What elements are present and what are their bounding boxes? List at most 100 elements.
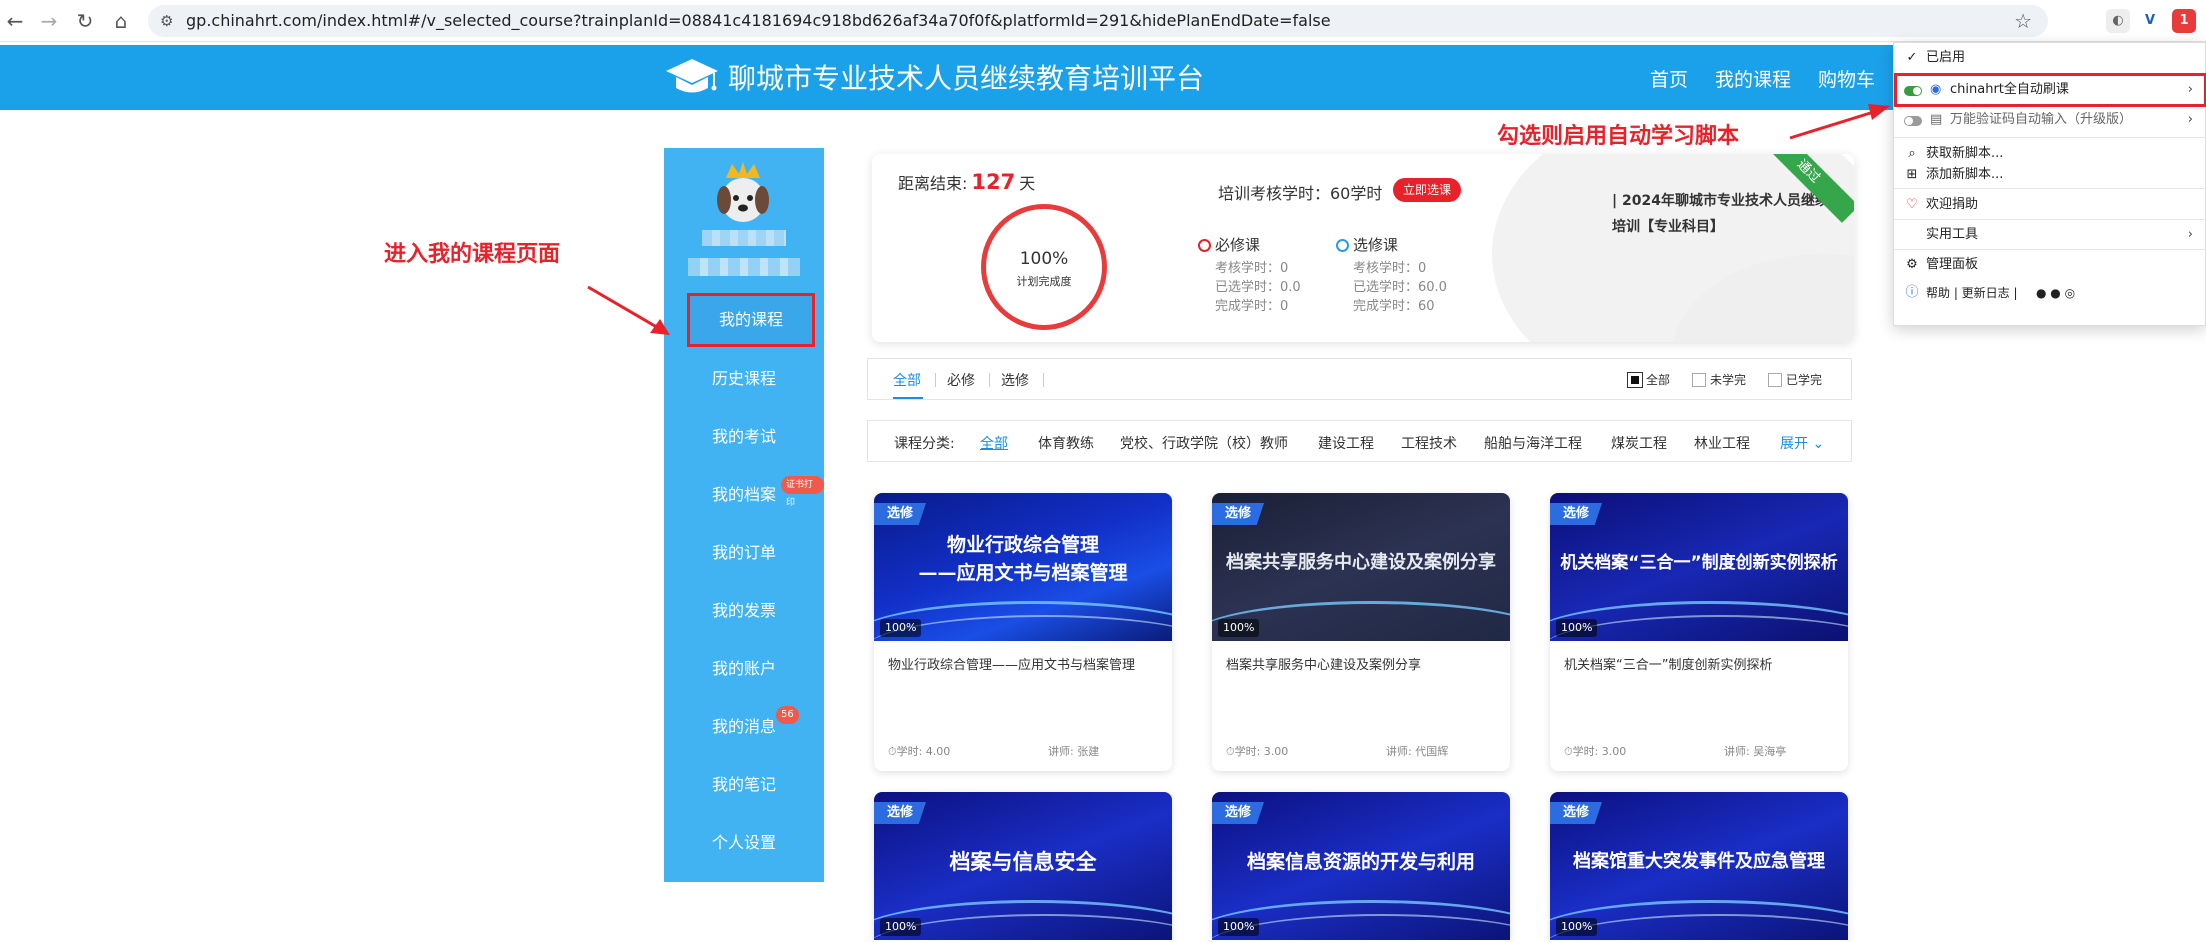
status-unfinished-checkbox[interactable]: 未学完 xyxy=(1692,371,1746,388)
menu-script-chinahrt[interactable]: ◉ chinahrt全自动刷课 › xyxy=(1894,76,2206,104)
menu-tools[interactable]: 实用工具 › xyxy=(1894,221,2206,249)
social-icons[interactable]: ● ● ◎ xyxy=(2036,279,2075,307)
toggle-on-icon[interactable] xyxy=(1904,86,1922,96)
tab-required[interactable]: 必修 xyxy=(947,370,975,390)
tab-underline xyxy=(893,397,923,399)
sidebar-item-settings[interactable]: 个人设置 xyxy=(664,815,824,871)
divider xyxy=(1894,249,2206,250)
status-finished-checkbox[interactable]: 已学完 xyxy=(1768,371,1822,388)
thumb-title: 机关档案“三合一”制度创新实例探析 xyxy=(1560,553,1838,573)
avatar[interactable] xyxy=(708,160,778,230)
menu-script-captcha[interactable]: ▤ 万能验证码自动输入（升级版） › xyxy=(1894,106,2206,134)
expand-button[interactable]: 展开 ⌄ xyxy=(1780,433,1824,453)
menu-tools-label: 实用工具 xyxy=(1926,227,1979,242)
course-thumbnail: 档案共享服务中心建设及案例分享 选修 100% xyxy=(1212,493,1510,641)
annotation-arrow-icon xyxy=(587,285,670,335)
tab-elective[interactable]: 选修 xyxy=(1001,370,1029,390)
checkbox-checked-icon xyxy=(1627,371,1643,388)
divider xyxy=(935,373,936,387)
address-bar[interactable]: ⚙ gp.chinahrt.com/index.html#/v_selected… xyxy=(148,5,2048,37)
extension-icon[interactable]: ◐ xyxy=(2106,9,2130,33)
category-sports-coach[interactable]: 体育教练 xyxy=(1038,433,1094,453)
progress-badge: 100% xyxy=(880,619,922,637)
course-teacher: 讲师: 张建 xyxy=(1048,745,1100,758)
menu-add-script[interactable]: ⊞ 添加新脚本... xyxy=(1894,161,2206,189)
course-card[interactable]: 档案共享服务中心建设及案例分享 选修 100% 档案共享服务中心建设及案例分享 … xyxy=(1212,493,1510,771)
elective-tag: 选修 xyxy=(1550,503,1602,525)
countdown: 距离结束: 127 天 xyxy=(898,170,1035,194)
category-engineering-tech[interactable]: 工程技术 xyxy=(1401,433,1457,453)
home-icon[interactable]: ⌂ xyxy=(108,8,134,34)
category-all[interactable]: 全部 xyxy=(980,433,1008,453)
course-card[interactable]: 档案馆重大突发事件及应急管理 选修 100% xyxy=(1550,792,1848,942)
clock-icon: ⏱ xyxy=(1564,745,1573,758)
menu-donate[interactable]: ♡ 欢迎捐助 xyxy=(1894,191,2206,219)
menu-enabled-label: 已启用 xyxy=(1926,50,1966,65)
thumb-title: 物业行政综合管理 xyxy=(946,534,1099,556)
site-logo[interactable]: 聊城市专业技术人员继续教育培训平台 xyxy=(664,55,1204,99)
category-construction[interactable]: 建设工程 xyxy=(1318,433,1374,453)
script-file-icon: ▤ xyxy=(1930,112,1943,127)
menu-dashboard[interactable]: ⚙ 管理面板 xyxy=(1894,251,2206,279)
category-party-school[interactable]: 党校、行政学院（校）教师 xyxy=(1120,433,1288,453)
sidebar-item-messages[interactable]: 我的消息 xyxy=(664,699,824,755)
countdown-value: 127 xyxy=(971,170,1016,194)
clock-icon: ⏱ xyxy=(888,745,897,758)
menu-help[interactable]: ⓘ 帮助 | 更新日志 | ● ● ◎ xyxy=(1894,279,2206,307)
progress-badge: 100% xyxy=(1556,918,1598,936)
required-done-hours: 完成学时：0 xyxy=(1215,299,1289,314)
select-course-button[interactable]: 立即选课 xyxy=(1393,178,1461,202)
forward-icon[interactable]: → xyxy=(36,8,62,34)
required-course-stats: 必修课 考核学时：0 已选学时：0.0 完成学时：0 xyxy=(1198,236,1301,316)
course-name[interactable]: 档案共享服务中心建设及案例分享 xyxy=(1226,657,1498,675)
menu-add-script-label: 添加新脚本... xyxy=(1926,167,2004,182)
thumb-title: 档案馆重大突发事件及应急管理 xyxy=(1573,851,1825,872)
course-name[interactable]: 机关档案“三合一”制度创新实例探析 xyxy=(1564,657,1836,675)
course-card[interactable]: 物业行政综合管理 ——应用文书与档案管理 选修 100% 物业行政综合管理——应… xyxy=(874,493,1172,771)
extension-icon[interactable]: V xyxy=(2138,9,2162,33)
course-hours: ⏱学时: 3.00 xyxy=(1226,743,1288,759)
top-nav: 首页 我的课程 购物车 xyxy=(1650,65,1875,92)
sidebar-item-orders[interactable]: 我的订单 xyxy=(664,525,824,581)
status-all-checkbox[interactable]: 全部 xyxy=(1627,371,1670,388)
reload-icon[interactable]: ↻ xyxy=(72,8,98,34)
thumb-title: 档案共享服务中心建设及案例分享 xyxy=(1226,552,1496,573)
sidebar-item-notes[interactable]: 我的笔记 xyxy=(664,757,824,813)
sidebar-item-invoices[interactable]: 我的发票 xyxy=(664,583,824,639)
tab-all[interactable]: 全部 xyxy=(893,370,921,390)
course-card[interactable]: 档案信息资源的开发与利用 选修 100% xyxy=(1212,792,1510,942)
course-thumbnail: 机关档案“三合一”制度创新实例探析 选修 100% xyxy=(1550,493,1848,641)
course-teacher: 讲师: 吴海亭 xyxy=(1724,745,1787,758)
menu-enabled[interactable]: ✓ 已启用 xyxy=(1894,44,2206,72)
sidebar-item-history[interactable]: 历史课程 xyxy=(664,351,824,407)
course-card[interactable]: 机关档案“三合一”制度创新实例探析 选修 100% 机关档案“三合一”制度创新实… xyxy=(1550,493,1848,771)
required-assess-hours: 考核学时：0 xyxy=(1215,261,1289,276)
category-marine[interactable]: 船舶与海洋工程 xyxy=(1484,433,1582,453)
menu-script1-label: chinahrt全自动刷课 xyxy=(1950,82,2069,97)
category-coal[interactable]: 煤炭工程 xyxy=(1611,433,1667,453)
toggle-off-icon[interactable] xyxy=(1904,116,1922,126)
tampermonkey-icon[interactable]: 1 xyxy=(2172,9,2196,33)
course-card[interactable]: 档案与信息安全 选修 100% xyxy=(874,792,1172,942)
course-hours: ⏱学时: 4.00 xyxy=(888,743,950,759)
nav-cart[interactable]: 购物车 xyxy=(1818,65,1875,92)
category-forestry[interactable]: 林业工程 xyxy=(1694,433,1750,453)
back-icon[interactable]: ← xyxy=(2,8,28,34)
course-thumbnail: 档案信息资源的开发与利用 选修 100% xyxy=(1212,792,1510,940)
course-name[interactable]: 物业行政综合管理——应用文书与档案管理 xyxy=(888,657,1160,675)
progress-badge: 100% xyxy=(1218,918,1260,936)
bookmark-star-icon[interactable]: ☆ xyxy=(2014,5,2032,37)
nav-my-courses[interactable]: 我的课程 xyxy=(1715,65,1791,92)
site-info-icon[interactable]: ⚙ xyxy=(160,5,173,37)
sidebar-item-account[interactable]: 我的账户 xyxy=(664,641,824,697)
menu-dashboard-label: 管理面板 xyxy=(1926,257,1979,272)
menu-donate-label: 欢迎捐助 xyxy=(1926,197,1979,212)
nav-home[interactable]: 首页 xyxy=(1650,65,1688,92)
annotation-enter-my-courses: 进入我的课程页面 xyxy=(384,242,561,267)
sidebar-item-exams[interactable]: 我的考试 xyxy=(664,409,824,465)
countdown-label: 距离结束: xyxy=(898,174,968,193)
heart-icon: ♡ xyxy=(1906,197,1918,212)
thumb-title: 档案与信息安全 xyxy=(949,850,1097,874)
sidebar-item-my-courses[interactable]: 我的课程 xyxy=(687,293,815,347)
course-thumbnail: 档案馆重大突发事件及应急管理 选修 100% xyxy=(1550,792,1848,940)
